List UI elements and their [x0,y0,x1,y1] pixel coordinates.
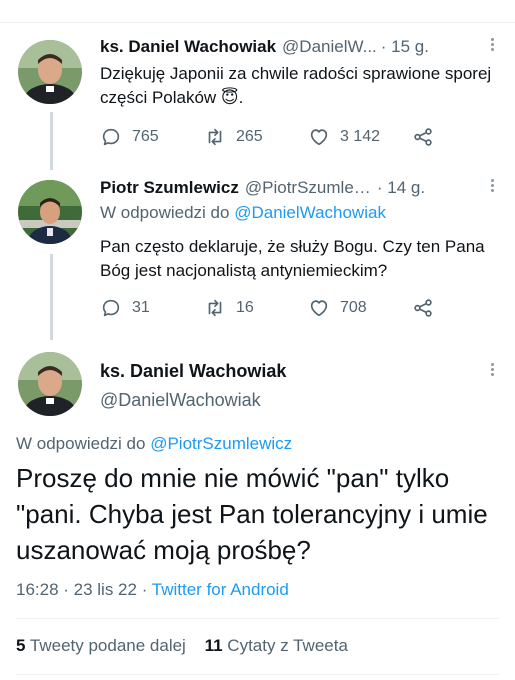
reply-context: W odpowiedzi do @DanielWachowiak [100,203,386,223]
retweet-icon [208,299,222,317]
reply-context: W odpowiedzi do @PiotrSzumlewicz [16,434,292,454]
reply-icon [102,128,120,146]
divider [16,618,499,619]
author-name[interactable]: ks. Daniel Wachowiak [100,361,286,382]
quotes-label: Cytaty z Tweeta [227,636,348,655]
like-icon [310,300,328,317]
author-handle[interactable]: @DanielWachowiak [100,390,261,411]
tweet-text: Pan często deklaruje, że służy Bogu. Czy… [100,237,485,280]
reply-handle-link[interactable]: @PiotrSzumlewicz [150,434,292,453]
retweet-icon [208,128,222,146]
author-handle[interactable]: @DanielW... [282,37,377,57]
like-count: 708 [340,299,367,316]
tweet-meta: 16:28 · 23 lis 22 · Twitter for Android [16,580,289,600]
tweet-text: Proszę do mnie nie mówić "pan" tylko "pa… [16,463,488,565]
divider [16,674,499,675]
source-link[interactable]: Twitter for Android [152,580,289,599]
avatar[interactable] [18,180,82,244]
top-divider [0,22,515,23]
more-icon[interactable] [489,36,495,56]
quotes-stat[interactable]: 11 Cytaty z Tweeta [205,636,348,655]
reply-count: 31 [132,299,150,316]
retweet-count: 265 [236,128,263,145]
tweet-time[interactable]: · 14 g. [377,178,425,198]
like-count: 3 142 [340,128,381,145]
like-icon [310,129,328,146]
share-icon [414,299,432,317]
author-name[interactable]: ks. Daniel Wachowiak [100,37,276,57]
author-name[interactable]: Piotr Szumlewicz [100,178,239,198]
retweet-button[interactable]: 16 [204,297,254,319]
reply-count: 765 [132,128,159,145]
more-icon[interactable] [489,361,495,381]
avatar[interactable] [18,40,82,104]
share-icon [414,128,432,146]
reply-button[interactable]: 765 [100,126,159,148]
retweets-stat[interactable]: 5 Tweety podane dalej [16,636,186,655]
like-button[interactable]: 708 [308,297,367,319]
tweet-stats: 5 Tweety podane dalej 11 Cytaty z Tweeta [16,636,348,656]
like-button[interactable]: 3 142 [308,126,380,148]
avatar[interactable] [18,352,82,416]
retweet-button[interactable]: 265 [204,126,263,148]
retweet-count: 16 [236,299,254,316]
thread-line [50,254,53,340]
reply-prefix: W odpowiedzi do [16,434,146,453]
quotes-count: 11 [204,636,223,655]
reply-prefix: W odpowiedzi do [100,203,230,222]
tweet-header: ks. Daniel Wachowiak @DanielW... · 15 g. [100,35,503,59]
tweet-time[interactable]: · 15 g. [381,37,429,57]
reply-button[interactable]: 31 [100,297,150,319]
reply-handle-link[interactable]: @DanielWachowiak [234,203,386,222]
timestamp[interactable]: 16:28 · 23 lis 22 · [16,580,147,599]
author-handle[interactable]: @PiotrSzumlew... [245,178,373,198]
tweet-text: Dziękuję Japonii za chwile radości spraw… [100,64,492,107]
reply-icon [102,299,120,317]
thread-line [50,112,53,170]
retweets-label: Tweety podane dalej [29,636,186,655]
retweets-count: 5 [16,636,26,655]
share-button[interactable] [412,126,444,148]
more-icon[interactable] [489,177,495,197]
share-button[interactable] [412,297,444,319]
tweet-header: Piotr Szumlewicz @PiotrSzumlew... · 14 g… [100,176,503,200]
